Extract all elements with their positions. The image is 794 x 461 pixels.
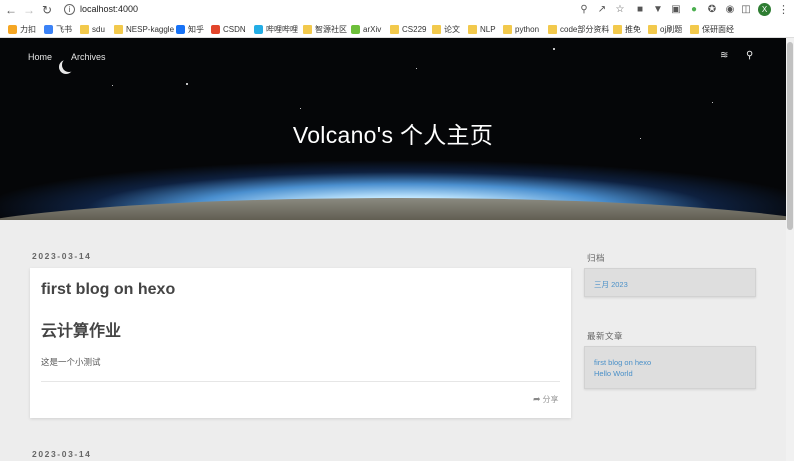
folder-icon xyxy=(503,24,512,34)
archive-widget: 三月 2023 xyxy=(584,268,756,297)
search-icon[interactable]: ⚲ xyxy=(746,50,753,61)
site-info-icon[interactable]: i xyxy=(64,4,75,15)
share-page-icon[interactable]: ↗ xyxy=(596,4,608,16)
folder-icon xyxy=(80,24,89,34)
folder-icon xyxy=(303,24,312,34)
zhihu-icon xyxy=(176,24,185,34)
url-text: localhost:4000 xyxy=(80,4,139,14)
extension-icon[interactable]: ● xyxy=(688,4,700,16)
post-body-text: 这是一个小测试 xyxy=(41,357,101,367)
extension-icon[interactable]: ■ xyxy=(634,4,646,16)
folder-icon xyxy=(390,24,399,34)
bookmark-item[interactable]: 知乎 xyxy=(176,23,204,35)
share-label: 分享 xyxy=(542,395,559,404)
star xyxy=(186,83,188,85)
post-date[interactable]: 2023-03-14 xyxy=(32,449,91,459)
rss-icon[interactable]: ≋ xyxy=(720,50,728,61)
post-title[interactable]: first blog on hexo xyxy=(41,281,175,299)
post-card: first blog on hexo 云计算作业 这是一个小测试 ➦ 分享 xyxy=(30,268,571,418)
earth-horizon-image xyxy=(0,198,786,220)
bookmark-item[interactable]: arXiv xyxy=(351,23,381,35)
divider xyxy=(41,381,560,382)
bookmark-item[interactable]: 力扣 xyxy=(8,23,36,35)
star xyxy=(300,108,301,109)
browser-menu-icon[interactable]: ⋮ xyxy=(778,3,789,16)
site-banner: Home Archives ≋ ⚲ Volcano's 个人主页 xyxy=(0,38,786,220)
side-panel-icon[interactable]: ◫ xyxy=(740,4,752,16)
recent-post-link[interactable]: Hello World xyxy=(594,368,746,379)
address-bar[interactable]: i localhost:4000 xyxy=(58,2,558,18)
extensions-puzzle-icon[interactable]: ✪ xyxy=(706,4,718,16)
share-button[interactable]: ➦ 分享 xyxy=(533,394,559,405)
folder-icon xyxy=(432,24,441,34)
bookmark-item[interactable]: code部分资料 xyxy=(548,23,609,35)
bookmark-item[interactable]: 飞书 xyxy=(44,23,72,35)
media-icon[interactable]: ◉ xyxy=(724,4,736,16)
csdn-icon xyxy=(211,24,220,34)
nav-archives-link[interactable]: Archives xyxy=(71,52,106,62)
bookmark-item[interactable]: 保研面经 xyxy=(690,23,734,35)
bookmark-item[interactable]: 哔哩哔哩 xyxy=(254,23,298,35)
archive-link[interactable]: 三月 2023 xyxy=(594,279,746,290)
bookmark-item[interactable]: NESP-kaggle xyxy=(114,23,174,35)
recent-posts-title: 最新文章 xyxy=(587,331,624,341)
arxiv-icon xyxy=(351,24,360,34)
post-date[interactable]: 2023-03-14 xyxy=(32,251,91,261)
star xyxy=(712,102,713,103)
star xyxy=(416,68,417,69)
folder-icon xyxy=(613,24,622,34)
bookmark-item[interactable]: 论文 xyxy=(432,23,460,35)
recent-posts-widget: first blog on hexo Hello World xyxy=(584,346,756,389)
bookmark-star-icon[interactable]: ☆ xyxy=(614,4,626,16)
bookmark-item[interactable]: 推免 xyxy=(613,23,641,35)
nav-home-link[interactable]: Home xyxy=(28,52,52,62)
zoom-icon[interactable]: ⚲ xyxy=(578,4,590,16)
browser-toolbar: ← → ↻ i localhost:4000 ⚲ ↗ ☆ ■ ▼ ▣ ● ✪ ◉… xyxy=(0,0,794,20)
share-icon: ➦ xyxy=(533,394,541,404)
scrollbar-thumb[interactable] xyxy=(787,42,793,230)
extension-icon[interactable]: ▼ xyxy=(652,4,664,16)
avatar[interactable]: X xyxy=(758,3,771,16)
bookmarks-bar: 力扣 飞书 sdu NESP-kaggle 知乎 CSDN 哔哩哔哩 智源社区 … xyxy=(0,20,794,38)
folder-icon xyxy=(548,24,557,34)
leetcode-icon xyxy=(8,24,17,34)
forward-icon[interactable]: → xyxy=(22,3,36,17)
bookmark-item[interactable]: sdu xyxy=(80,23,105,35)
recent-post-link[interactable]: first blog on hexo xyxy=(594,357,746,368)
star xyxy=(553,48,555,50)
folder-icon xyxy=(648,24,657,34)
folder-icon xyxy=(114,24,123,34)
star xyxy=(112,85,113,86)
reload-icon[interactable]: ↻ xyxy=(40,3,54,17)
post-heading: 云计算作业 xyxy=(41,323,122,340)
extension-icon[interactable]: ▣ xyxy=(670,4,682,16)
archive-widget-title: 归档 xyxy=(587,253,606,263)
bilibili-icon xyxy=(254,24,263,34)
site-title: Volcano's 个人主页 xyxy=(292,122,494,148)
feishu-icon xyxy=(44,24,53,34)
bookmark-item[interactable]: CSDN xyxy=(211,23,246,35)
folder-icon xyxy=(690,24,699,34)
bookmark-item[interactable]: oj刷题 xyxy=(648,23,682,35)
back-icon[interactable]: ← xyxy=(4,3,18,17)
bookmark-item[interactable]: CS229 xyxy=(390,23,426,35)
bookmark-item[interactable]: python xyxy=(503,23,539,35)
bookmark-item[interactable]: NLP xyxy=(468,23,496,35)
folder-icon xyxy=(468,24,477,34)
bookmark-item[interactable]: 智源社区 xyxy=(303,23,347,35)
